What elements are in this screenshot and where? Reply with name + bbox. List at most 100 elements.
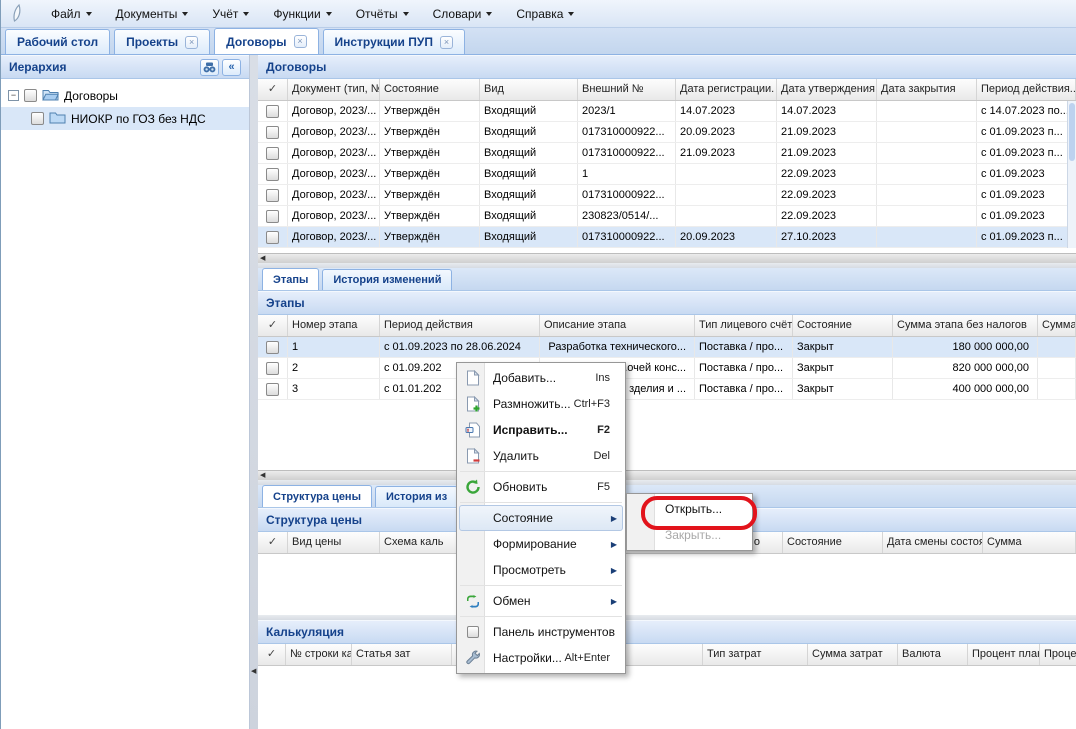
menu-item-settings[interactable]: Настройки... Alt+Enter bbox=[459, 645, 623, 671]
column-header[interactable]: Валюта bbox=[898, 644, 968, 665]
tab-desktop[interactable]: Рабочий стол bbox=[5, 29, 110, 54]
row-checkbox[interactable] bbox=[266, 105, 279, 118]
column-header[interactable]: Номер этапа bbox=[288, 315, 380, 336]
tree-checkbox[interactable] bbox=[24, 89, 37, 102]
tab-projects[interactable]: Проекты× bbox=[114, 29, 210, 54]
tab-contracts[interactable]: Договоры× bbox=[214, 28, 318, 54]
menu-item-add[interactable]: Добавить... Ins bbox=[459, 365, 623, 391]
tree-node-contracts[interactable]: − Договоры bbox=[1, 84, 249, 107]
scrollbar-thumb[interactable] bbox=[1069, 103, 1075, 161]
chevron-down-icon bbox=[326, 12, 332, 16]
column-header[interactable]: Период действия... bbox=[977, 79, 1076, 100]
menu-help[interactable]: Справка bbox=[516, 7, 574, 21]
tab-price-history[interactable]: История из bbox=[375, 486, 458, 507]
close-icon[interactable]: × bbox=[440, 36, 453, 49]
row-checkbox[interactable] bbox=[266, 231, 279, 244]
menu-reports-label: Отчёты bbox=[356, 7, 398, 21]
menu-item-toolbar[interactable]: Панель инструментов bbox=[459, 619, 623, 645]
column-header[interactable]: Состояние bbox=[793, 315, 893, 336]
column-header[interactable]: Состояние bbox=[783, 532, 883, 553]
tab-stages[interactable]: Этапы bbox=[262, 268, 319, 290]
close-icon[interactable]: × bbox=[185, 36, 198, 49]
column-header[interactable]: Дата регистрации. bbox=[676, 79, 777, 100]
column-header[interactable]: Внешний № bbox=[578, 79, 676, 100]
collapse-panel-icon[interactable]: « bbox=[222, 59, 241, 76]
menu-functions[interactable]: Функции bbox=[273, 7, 331, 21]
table-row[interactable]: 1с 01.09.2023 по 28.06.2024Разработка те… bbox=[258, 337, 1076, 358]
select-all-header[interactable]: ✓ bbox=[258, 315, 288, 336]
table-row[interactable]: 2с 01.09.202...очей конс...Поставка / пр… bbox=[258, 358, 1076, 379]
row-checkbox[interactable] bbox=[266, 210, 279, 223]
column-header[interactable]: Статья зат bbox=[352, 644, 452, 665]
column-header[interactable]: Период действия bbox=[380, 315, 540, 336]
column-header[interactable]: Процент план bbox=[968, 644, 1040, 665]
menu-reports[interactable]: Отчёты bbox=[356, 7, 409, 21]
menu-documents[interactable]: Документы bbox=[116, 7, 189, 21]
column-header[interactable]: Тип лицевого счёт bbox=[695, 315, 793, 336]
row-checkbox[interactable] bbox=[266, 126, 279, 139]
table-row[interactable]: 3с 01.01.202зделия и ...Поставка / про..… bbox=[258, 379, 1076, 400]
column-header[interactable]: Дата закрытия bbox=[877, 79, 977, 100]
tab-change-history[interactable]: История изменений bbox=[322, 269, 452, 290]
menu-dictionaries[interactable]: Словари bbox=[433, 7, 493, 21]
column-header[interactable]: Документ (тип, № bbox=[288, 79, 380, 100]
tab-price-structure[interactable]: Структура цены bbox=[262, 485, 372, 507]
row-checkbox[interactable] bbox=[266, 147, 279, 160]
menu-item-refresh[interactable]: Обновить F5 bbox=[459, 474, 623, 500]
column-header[interactable]: Вид bbox=[480, 79, 578, 100]
table-row[interactable]: Договор, 2023/...УтверждёнВходящий2023/1… bbox=[258, 101, 1076, 122]
menu-item-duplicate[interactable]: Размножить... Ctrl+F3 bbox=[459, 391, 623, 417]
menu-accounting[interactable]: Учёт bbox=[212, 7, 249, 21]
column-header[interactable]: Дата утверждения bbox=[777, 79, 877, 100]
menu-item-edit[interactable]: Исправить... F2 bbox=[459, 417, 623, 443]
column-header[interactable]: Сумма bbox=[983, 532, 1076, 553]
select-all-header[interactable]: ✓ bbox=[258, 532, 288, 553]
row-checkbox[interactable] bbox=[266, 383, 279, 396]
column-header[interactable]: Состояние bbox=[380, 79, 480, 100]
vertical-scrollbar[interactable] bbox=[1067, 101, 1076, 248]
select-all-header[interactable]: ✓ bbox=[258, 79, 288, 100]
table-row[interactable]: Договор, 2023/...УтверждёнВходящий017310… bbox=[258, 143, 1076, 164]
column-header[interactable]: Сумма этапа без налогов bbox=[893, 315, 1038, 336]
column-header[interactable]: Процент ф bbox=[1040, 644, 1076, 665]
horizontal-scrollbar[interactable]: ◀ bbox=[258, 253, 1076, 263]
table-row[interactable]: Договор, 2023/...УтверждёнВходящий017310… bbox=[258, 122, 1076, 143]
column-header[interactable]: Описание этапа bbox=[540, 315, 695, 336]
menu-file[interactable]: Файл bbox=[51, 7, 92, 21]
column-header[interactable]: Дата смены состоя bbox=[883, 532, 983, 553]
menu-item-formation[interactable]: Формирование ▶ bbox=[459, 531, 623, 557]
menu-item-state[interactable]: Состояние ▶ bbox=[459, 505, 623, 531]
search-icon[interactable] bbox=[200, 59, 219, 76]
select-all-header[interactable]: ✓ bbox=[258, 644, 286, 665]
table-cell: Утверждён bbox=[380, 164, 480, 184]
table-row[interactable]: Договор, 2023/...УтверждёнВходящий230823… bbox=[258, 206, 1076, 227]
row-checkbox[interactable] bbox=[266, 341, 279, 354]
column-header[interactable]: Тип затрат bbox=[703, 644, 808, 665]
tab-instructions-pup[interactable]: Инструкции ПУП× bbox=[323, 29, 465, 54]
row-checkbox[interactable] bbox=[266, 168, 279, 181]
scroll-left-icon[interactable]: ◀ bbox=[260, 254, 265, 262]
menu-item-view[interactable]: Просмотреть ▶ bbox=[459, 557, 623, 583]
table-cell: 2023/1 bbox=[578, 101, 676, 121]
menu-item-exchange[interactable]: Обмен ▶ bbox=[459, 588, 623, 614]
table-row[interactable]: Договор, 2023/...УтверждёнВходящий017310… bbox=[258, 185, 1076, 206]
calculation-table: ✓ № строки калькул Статья зат Тип затрат… bbox=[258, 644, 1076, 666]
menu-item-delete[interactable]: Удалить Del bbox=[459, 443, 623, 469]
scroll-left-icon[interactable]: ◀ bbox=[260, 471, 265, 479]
column-header[interactable]: Сумма bbox=[1038, 315, 1076, 336]
column-header[interactable]: Сумма затрат bbox=[808, 644, 898, 665]
close-icon[interactable]: × bbox=[294, 35, 307, 48]
submenu-item-open[interactable]: Открыть... bbox=[629, 496, 750, 522]
tree-node-niokr[interactable]: НИОКР по ГОЗ без НДС bbox=[1, 107, 249, 130]
collapse-node-icon[interactable]: − bbox=[8, 90, 19, 101]
table-row[interactable]: Договор, 2023/...УтверждёнВходящий017310… bbox=[258, 227, 1076, 248]
splitter-collapse-icon[interactable]: ◀ bbox=[251, 667, 256, 675]
sidebar-splitter[interactable]: ◀ bbox=[250, 55, 258, 729]
table-row[interactable]: Договор, 2023/...УтверждёнВходящий122.09… bbox=[258, 164, 1076, 185]
row-checkbox[interactable] bbox=[266, 362, 279, 375]
column-header[interactable]: № строки калькул bbox=[286, 644, 352, 665]
column-header[interactable]: Вид цены bbox=[288, 532, 380, 553]
tree-checkbox[interactable] bbox=[31, 112, 44, 125]
horizontal-scrollbar[interactable]: ◀ bbox=[258, 470, 1076, 480]
row-checkbox[interactable] bbox=[266, 189, 279, 202]
